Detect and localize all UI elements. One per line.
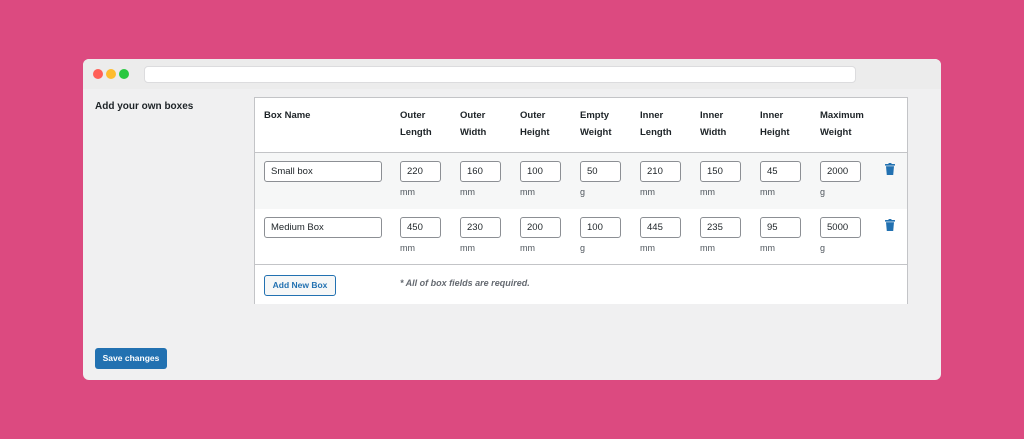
trash-icon[interactable] (885, 219, 895, 231)
boxes-table: Box Name Outer Length Outer Width Outer Height… (254, 97, 908, 304)
column-header-line: Inner (760, 110, 784, 121)
unit-label: g (580, 243, 586, 253)
column-header-line: Weight (820, 127, 852, 138)
unit-label: mm (520, 243, 535, 253)
unit-label: mm (640, 243, 655, 253)
empty-weight-input[interactable]: 100 (580, 217, 621, 238)
column-header-line: Inner (700, 110, 724, 121)
box-name-input[interactable]: Small box (264, 161, 382, 182)
outer-length-input[interactable]: 450 (400, 217, 441, 238)
save-changes-button[interactable]: Save changes (95, 348, 167, 369)
column-header-inner-width: Inner Width (700, 107, 726, 141)
unit-label: mm (700, 187, 715, 197)
unit-label: mm (640, 187, 655, 197)
column-header-line: Width (460, 127, 487, 138)
column-header-line: Empty (580, 110, 610, 121)
unit-label: g (580, 187, 586, 197)
trash-icon[interactable] (885, 163, 895, 175)
column-header-maximum-weight: Maximum Weight (820, 107, 864, 141)
required-note: * All of box fields are required. (400, 278, 530, 288)
unit-label: mm (460, 243, 475, 253)
unit-label: g (820, 243, 826, 253)
section-label: Add your own boxes (95, 101, 194, 112)
column-header-line: Outer (520, 110, 546, 121)
column-header-inner-height: Inner Height (760, 107, 790, 141)
inner-width-input[interactable]: 150 (700, 161, 741, 182)
browser-window: Add your own boxes Box Name Outer Length Ou… (83, 59, 941, 380)
column-header-line: Length (640, 127, 672, 138)
column-header-line: Outer (400, 110, 426, 121)
unit-label: mm (400, 187, 415, 197)
column-header-line: Weight (580, 127, 612, 138)
column-header-line: Box Name (264, 110, 311, 121)
inner-length-input[interactable]: 445 (640, 217, 681, 238)
outer-height-input[interactable]: 200 (520, 217, 561, 238)
column-header-line: Height (760, 127, 790, 138)
maximum-weight-input[interactable]: 5000 (820, 217, 861, 238)
box-name-input[interactable]: Medium Box (264, 217, 382, 238)
column-header-box-name: Box Name (264, 107, 310, 124)
outer-height-input[interactable]: 100 (520, 161, 561, 182)
empty-weight-input[interactable]: 50 (580, 161, 621, 182)
close-window-button[interactable] (93, 69, 103, 79)
outer-width-input[interactable]: 230 (460, 217, 501, 238)
unit-label: mm (760, 187, 775, 197)
inner-height-input[interactable]: 95 (760, 217, 801, 238)
minimize-window-button[interactable] (106, 69, 116, 79)
column-header-line: Length (400, 127, 432, 138)
table-row: Medium Box 450 mm 230 mm 200 mm 100 g 445 mm 235 mm 9… (255, 209, 907, 265)
table-header: Box Name Outer Length Outer Width Outer Height… (255, 98, 907, 153)
unit-label: g (820, 187, 826, 197)
outer-length-input[interactable]: 220 (400, 161, 441, 182)
column-header-outer-width: Outer Width (460, 107, 486, 141)
table-row: Small box 220 mm 160 mm 100 mm 50 g 210 mm 150 mm 45 m… (255, 153, 907, 209)
table-footer: Add New Box * All of box fields are requ… (255, 264, 907, 304)
maximum-weight-input[interactable]: 2000 (820, 161, 861, 182)
unit-label: mm (700, 243, 715, 253)
column-header-line: Outer (460, 110, 486, 121)
add-new-box-button[interactable]: Add New Box (264, 275, 336, 296)
unit-label: mm (760, 243, 775, 253)
address-bar[interactable] (144, 66, 856, 83)
inner-length-input[interactable]: 210 (640, 161, 681, 182)
column-header-outer-length: Outer Length (400, 107, 432, 141)
column-header-empty-weight: Empty Weight (580, 107, 612, 141)
column-header-line: Maximum (820, 110, 864, 121)
inner-height-input[interactable]: 45 (760, 161, 801, 182)
unit-label: mm (400, 243, 415, 253)
inner-width-input[interactable]: 235 (700, 217, 741, 238)
outer-width-input[interactable]: 160 (460, 161, 501, 182)
title-bar (83, 59, 941, 89)
unit-label: mm (520, 187, 535, 197)
unit-label: mm (460, 187, 475, 197)
column-header-line: Inner (640, 110, 664, 121)
column-header-outer-height: Outer Height (520, 107, 550, 141)
column-header-line: Width (700, 127, 727, 138)
column-header-inner-length: Inner Length (640, 107, 672, 141)
column-header-line: Height (520, 127, 550, 138)
zoom-window-button[interactable] (119, 69, 129, 79)
